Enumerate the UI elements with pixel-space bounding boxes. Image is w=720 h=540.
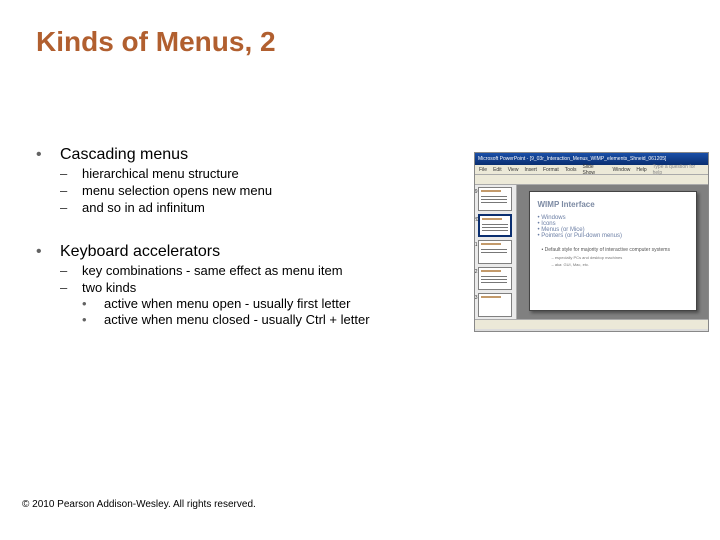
preview-title: WIMP Interface — [538, 200, 688, 209]
menu-item: Tools — [565, 167, 577, 173]
sub-sub-bullet-text: active when menu open - usually first le… — [104, 296, 350, 311]
preview-subnote: – aka: GUI, Mac, etc. — [552, 262, 688, 267]
dash-marker: – — [60, 263, 82, 278]
preview-subnote: – especially PCs and desktop machines — [552, 255, 688, 260]
sub-bullet: – key combinations - same effect as menu… — [60, 263, 460, 278]
window-title: Microsoft PowerPoint - [9_03r_Interactio… — [478, 156, 666, 162]
sub-bullet: – two kinds — [60, 280, 460, 295]
sub-bullet: – and so in ad infinitum — [60, 200, 460, 215]
menu-item: Insert — [524, 167, 537, 173]
dot-marker: • — [82, 296, 104, 311]
slide-thumbnail: 19 — [478, 187, 512, 211]
sub-sub-bullet-text: active when menu closed - usually Ctrl +… — [104, 312, 370, 327]
sub-bullet-text: two kinds — [82, 280, 136, 295]
menu-item: Edit — [493, 167, 502, 173]
slide-title: Kinds of Menus, 2 — [36, 26, 276, 58]
sub-bullet-text: hierarchical menu structure — [82, 166, 239, 181]
dot-marker: • — [82, 312, 104, 327]
sub-sub-bullet: • active when menu closed - usually Ctrl… — [82, 312, 460, 327]
dash-marker: – — [60, 280, 82, 295]
bullet-text: Cascading menus — [60, 146, 188, 164]
menu-item: Help — [636, 167, 646, 173]
sub-bullet-text: and so in ad infinitum — [82, 200, 205, 215]
slide-thumbnail-selected: 20 — [478, 214, 512, 238]
bullet-cascading: • Cascading menus — [30, 146, 460, 164]
slide-preview: WIMP Interface Windows Icons Menus (or M… — [529, 191, 697, 311]
slide-content: • Cascading menus – hierarchical menu st… — [30, 140, 460, 327]
menu-item: File — [479, 167, 487, 173]
sub-bullet-text: key combinations - same effect as menu i… — [82, 263, 343, 278]
workspace: 19 20 21 22 23 WIMP Interface Windows Ic… — [475, 185, 708, 319]
bullet-keyboard: • Keyboard accelerators — [30, 243, 460, 261]
dash-marker: – — [60, 200, 82, 215]
preview-bullets: Windows Icons Menus (or Mice) Pointers (… — [538, 215, 688, 239]
powerpoint-screenshot: Microsoft PowerPoint - [9_03r_Interactio… — [474, 152, 709, 332]
bullet-marker: • — [30, 243, 60, 261]
statusbar — [475, 319, 708, 329]
menu-item: View — [508, 167, 519, 173]
sub-bullet: – hierarchical menu structure — [60, 166, 460, 181]
menu-item: Window — [613, 167, 631, 173]
slide-thumbnail: 23 — [478, 293, 512, 317]
dash-marker: – — [60, 183, 82, 198]
bullet-text: Keyboard accelerators — [60, 243, 220, 261]
menu-item: Format — [543, 167, 559, 173]
sub-sub-bullet: • active when menu open - usually first … — [82, 296, 460, 311]
sub-bullet-text: menu selection opens new menu — [82, 183, 272, 198]
slide-editor: WIMP Interface Windows Icons Menus (or M… — [517, 185, 708, 319]
copyright-notice: © 2010 Pearson Addison-Wesley. All right… — [22, 499, 256, 510]
slide-thumbnail: 21 — [478, 240, 512, 264]
preview-note: • Default style for majority of interact… — [542, 247, 688, 253]
preview-bullet: Pointers (or Pull-down menus) — [538, 233, 688, 239]
toolbar — [475, 175, 708, 185]
dash-marker: – — [60, 166, 82, 181]
menu-item: Slide Show — [582, 164, 606, 176]
thumbnail-panel: 19 20 21 22 23 — [475, 185, 517, 319]
sub-bullet: – menu selection opens new menu — [60, 183, 460, 198]
bullet-marker: • — [30, 146, 60, 164]
help-hint: Type a question for help — [653, 164, 704, 176]
menubar: File Edit View Insert Format Tools Slide… — [475, 165, 708, 175]
slide-thumbnail: 22 — [478, 267, 512, 291]
